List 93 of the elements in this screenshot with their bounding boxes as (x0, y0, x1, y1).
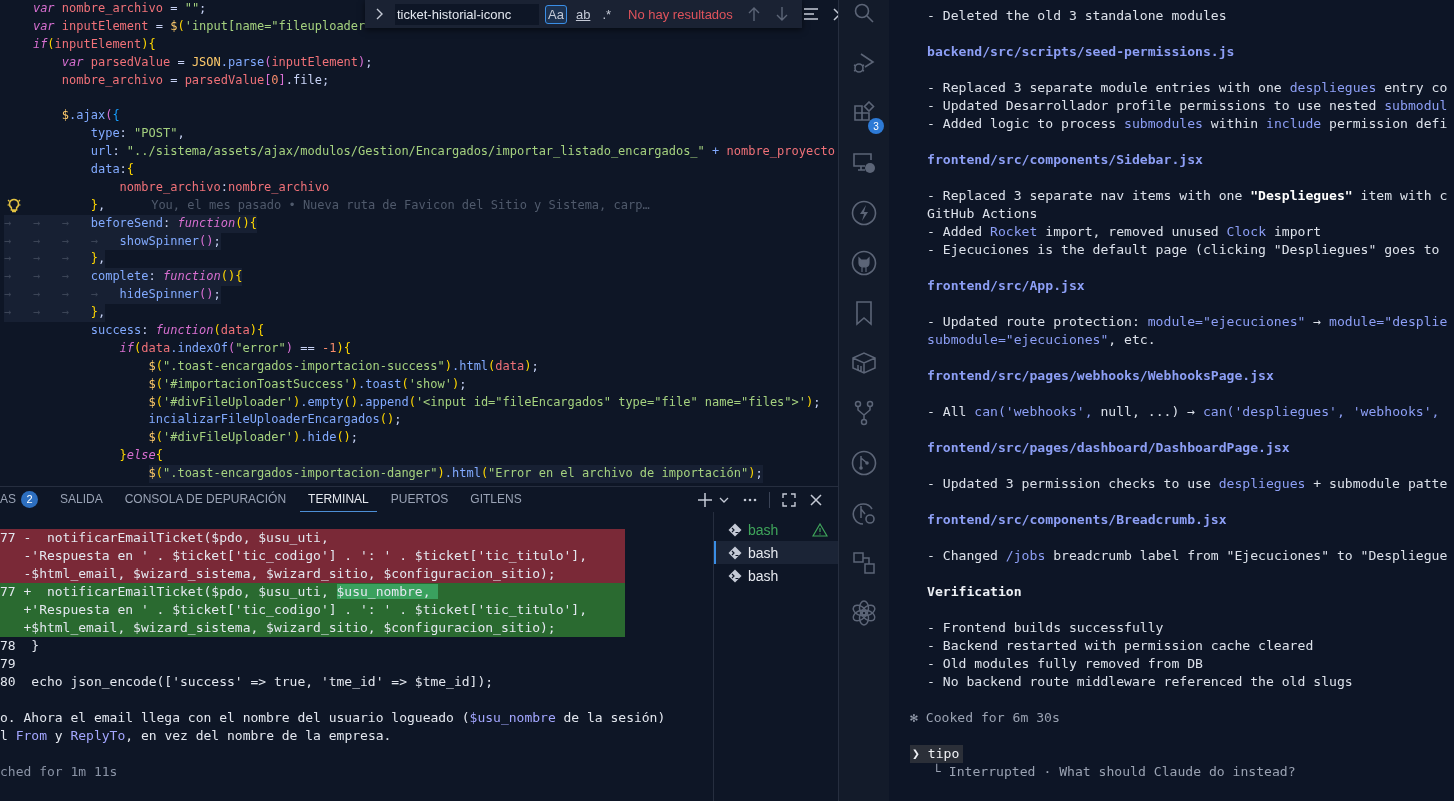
chat-line: - Replaced 3 separate nav items with one "Despliegues" item with c (927, 188, 1448, 203)
find-input[interactable]: ticket-historial-iconc (395, 3, 539, 25)
play-bug-icon[interactable] (852, 51, 876, 75)
panel-tab[interactable]: SALIDA (52, 487, 111, 512)
pull-request-icon[interactable] (851, 450, 877, 476)
panel-tab[interactable]: TERMINAL (300, 487, 377, 512)
code-line: var nombre_archivo = ""; (32, 0, 207, 17)
chat-line: - Ejecuciones is the default page (clicking "Despliegues" goes to (927, 242, 1440, 257)
panel-tab[interactable]: CONSOLA DE DEPURACIÓN (116, 487, 295, 512)
chat-line: - Frontend builds successfully (927, 620, 1164, 635)
code-line: $('#divFileUploader').hide(); (148, 429, 359, 447)
maximize-icon[interactable] (782, 492, 796, 507)
count-badge: 3 (868, 118, 884, 134)
file-heading: frontend/src/App.jsx (927, 278, 1085, 293)
terminal-item[interactable]: bash (714, 564, 838, 587)
arrow-down-icon[interactable] (774, 6, 789, 22)
chat-line: - Added logic to process submodules within include permission defi (927, 116, 1448, 131)
arrow-up-icon[interactable] (746, 6, 761, 22)
code-line: success: function(data){ (90, 322, 265, 340)
terminal-line: 80 echo json_encode(['success' => true, 'tme_id' => $tme_id]); (0, 673, 494, 691)
plus-icon[interactable] (697, 491, 713, 508)
file-heading: frontend/src/pages/webhooks/WebhooksPage.jsx (927, 368, 1274, 383)
reply-line: └ Interrupted · What should Claude do instead? (933, 764, 1296, 779)
find-option-toggle[interactable]: .* (599, 4, 615, 24)
code-line: $(".toast-encargados-importacion-success").html(data); (148, 357, 539, 375)
chat-line: - Old modules fully removed from DB (927, 656, 1203, 671)
chat-line: - No backend route middleware referenced the old slugs (927, 674, 1353, 689)
cat-circle-icon[interactable] (851, 250, 877, 276)
terminal-line: 79 (0, 655, 16, 673)
find-option-toggle[interactable]: Aa (545, 4, 567, 24)
status-line: ✻ Cooked for 6m 30s (910, 710, 1060, 725)
code-line: var parsedValue = JSON.parse(inputElement); (61, 53, 373, 71)
file-heading: backend/src/scripts/seed-permissions.js (927, 44, 1235, 59)
file-heading: frontend/src/components/Breadcrumb.jsx (927, 512, 1227, 527)
panel-tab[interactable]: GITLENS (462, 487, 530, 512)
chat-line: - Backend restarted with permission cache cleared (927, 638, 1314, 653)
find-option-toggle[interactable]: ab (572, 4, 594, 24)
box-icon[interactable] (851, 351, 877, 375)
chat-line: submodule="ejecuciones", etc. (927, 332, 1156, 347)
terminal-line: o. Ahora el email llega con el nombre del usuario logueado ($usu_nombre de la sesión) (0, 709, 666, 727)
selection-lines-icon[interactable] (802, 8, 819, 20)
code-line: }else{ (119, 447, 163, 465)
terminal-line: ched for 1m 11s (0, 763, 118, 781)
chat-line: - Updated 3 permission checks to use despliegues + submodule patte (927, 476, 1448, 491)
search-icon[interactable] (852, 1, 876, 25)
file-heading: frontend/src/components/Sidebar.jsx (927, 152, 1203, 167)
lightning-icon[interactable] (851, 200, 877, 226)
knot-icon[interactable] (850, 599, 878, 627)
find-result: No hay resultados (628, 6, 733, 22)
chat-line: - All can('webhooks', null, ...) → can('despliegues', 'webhooks', (927, 404, 1440, 419)
terminal-line: l From y ReplyTo, en vez del nombre de la empresa. (0, 727, 392, 745)
code-line: $.ajax({ (61, 107, 120, 125)
code-line: }, (90, 196, 106, 214)
branch-search-icon[interactable] (851, 500, 877, 526)
file-heading: frontend/src/pages/dashboard/DashboardPage.jsx (927, 440, 1290, 455)
terminal-item[interactable]: bash (714, 541, 838, 564)
code-line: url: "../sistema/assets/ajax/modulos/Gestion/Encargados/importar_listado_encargados_" + nombre_proyecto (90, 143, 835, 161)
code-line: nombre_archivo:nombre_archivo (119, 178, 330, 196)
terminal-item[interactable]: bash (714, 518, 838, 541)
lightbulb-icon[interactable] (7, 197, 21, 214)
chat-line: - Updated route protection: module="ejecuciones" → module="desplie (927, 314, 1448, 329)
warning-icon (812, 522, 828, 537)
chat-line: - Deleted the old 3 standalone modules (927, 8, 1227, 23)
code-line: if(data.indexOf("error") == -1){ (119, 339, 351, 357)
code-line: nombre_archivo = parsedValue[0].file; (61, 71, 330, 89)
code-line: if(inputElement){ (32, 35, 156, 53)
code-line: $('#divFileUploader').empty().append('<input id="fileEncargados" type="file" name="files">'); (148, 393, 821, 411)
chat-line: - Updated Desarrollador profile permissions to use nested submodul (927, 98, 1448, 113)
terminal-icon (728, 522, 742, 537)
chevron-icon[interactable] (375, 8, 385, 20)
chat-line: - Added Rocket import, removed unused Clock import (927, 224, 1322, 239)
panel-tab[interactable]: AS 2 (0, 487, 46, 512)
terminal-icon (728, 545, 742, 560)
chat-line: - Replaced 3 separate module entries with one despliegues entry co (927, 80, 1448, 95)
code-line: var inputElement = $('input[name="fileuploader (32, 17, 366, 35)
terminal-icon (728, 568, 742, 583)
code-line: type: "POST", (90, 125, 185, 143)
more-icon[interactable] (743, 497, 757, 502)
panel-tab[interactable]: PUERTOS (382, 487, 457, 512)
terminal-line: 78 } (0, 637, 40, 655)
blame-annotation: You, el mes pasado • Nueva ruta de Favicon del Sitio y Sistema, carp… (151, 196, 650, 214)
close-icon[interactable] (810, 493, 822, 506)
code-line: data:{ (90, 161, 135, 178)
diagram-icon[interactable] (852, 551, 876, 575)
chat-line: GitHub Actions (927, 206, 1038, 221)
code-line: $('#importacionToastSuccess').toast('show'); (148, 375, 467, 393)
count-badge: 2 (21, 490, 38, 508)
branch-icon[interactable] (852, 400, 876, 426)
code-line: incializarFileUploaderEncargados(); (148, 411, 402, 429)
monitor-icon[interactable] (852, 151, 876, 175)
chat-line: - Changed /jobs breadcrumb label from "Ejecuciones" to "Despliegue (927, 548, 1448, 563)
section-heading: Verification (927, 584, 1022, 599)
chevron-down-icon[interactable] (719, 495, 729, 504)
